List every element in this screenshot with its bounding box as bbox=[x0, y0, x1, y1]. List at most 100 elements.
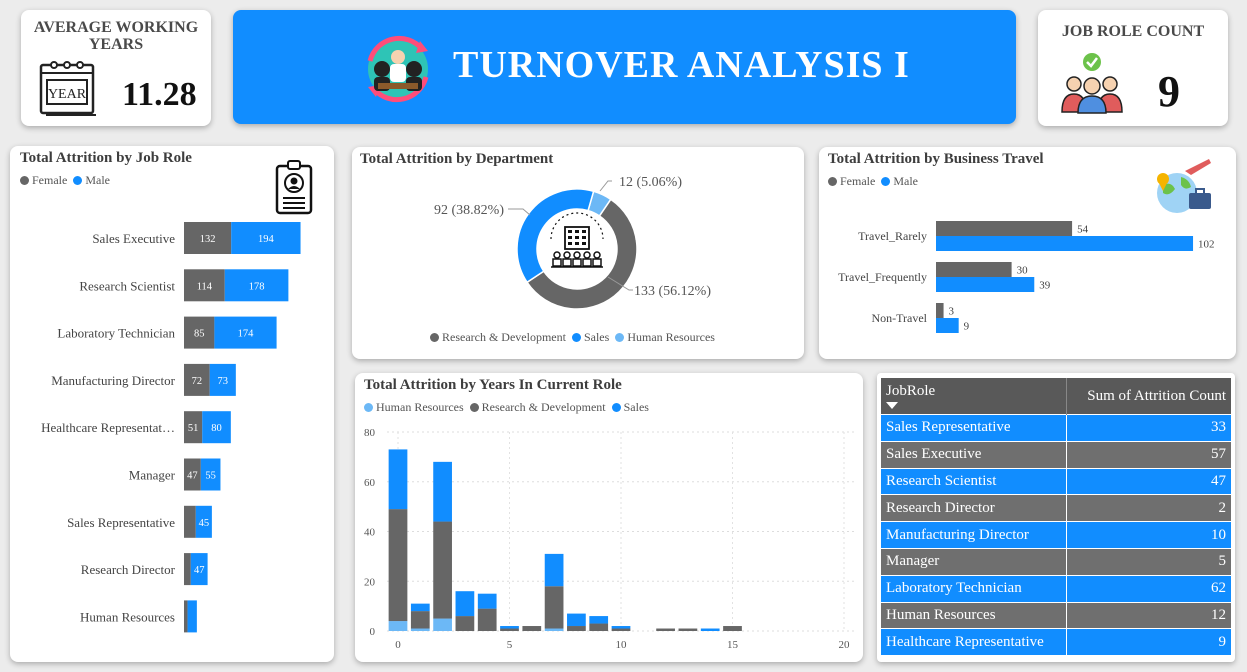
title-banner: TURNOVER ANALYSIS I bbox=[233, 10, 1016, 124]
bar-sales[interactable] bbox=[455, 591, 475, 617]
bar-sales[interactable] bbox=[500, 626, 519, 629]
team-check-icon bbox=[1061, 53, 1123, 114]
category-label: Sales Representative bbox=[67, 515, 175, 530]
y-tick-label: 0 bbox=[370, 626, 376, 638]
cell-attrition-count: 62 bbox=[1066, 574, 1231, 603]
x-tick-label: 0 bbox=[395, 639, 401, 651]
travel-chart-card: Total Attrition by Business Travel Femal… bbox=[819, 147, 1236, 359]
bar-research-development[interactable] bbox=[410, 611, 430, 629]
bar-sales[interactable] bbox=[433, 461, 452, 522]
years-chart-card: Total Attrition by Years In Current Role… bbox=[355, 373, 863, 662]
bar-research-development[interactable] bbox=[611, 628, 631, 631]
table-row[interactable]: Manager 5 bbox=[881, 547, 1231, 576]
bar-research-development[interactable] bbox=[544, 586, 564, 629]
data-label: 178 bbox=[249, 281, 265, 292]
bar-research-development[interactable] bbox=[500, 628, 519, 631]
cell-jobrole: Manufacturing Director bbox=[881, 521, 1067, 549]
bar-sales[interactable] bbox=[477, 593, 497, 609]
category-label: Research Scientist bbox=[79, 278, 175, 293]
data-label: 114 bbox=[197, 281, 213, 292]
legend-label: Human Resources bbox=[627, 330, 715, 344]
column-header-jobrole[interactable]: JobRole bbox=[881, 378, 1067, 415]
table-header-row: JobRole Sum of Attrition Count bbox=[881, 378, 1231, 415]
cell-attrition-count: 47 bbox=[1066, 467, 1231, 495]
bar-sales[interactable] bbox=[611, 626, 631, 629]
y-tick-label: 60 bbox=[364, 477, 376, 489]
bar-sales[interactable] bbox=[544, 553, 564, 587]
job-role-bar-chart: Sales Executive 132 194 Research Scientist 1… bbox=[41, 222, 301, 633]
category-label: Human Resources bbox=[80, 609, 175, 624]
bar-human-resources[interactable] bbox=[388, 621, 408, 631]
travel-bar-chart: Travel_Rarely 54 102 Travel_Frequently 30 39 N… bbox=[838, 221, 1215, 333]
bar-sales[interactable] bbox=[410, 603, 430, 612]
bar-female[interactable] bbox=[184, 600, 188, 633]
legend-item-rd[interactable]: Research & Development bbox=[430, 330, 566, 345]
cell-jobrole: Research Director bbox=[881, 494, 1067, 522]
category-label: Non-Travel bbox=[871, 311, 927, 325]
cell-jobrole: Manager bbox=[881, 547, 1067, 576]
legend-item-hr[interactable]: Human Resources bbox=[615, 330, 715, 345]
legend-item-sales[interactable]: Sales bbox=[571, 330, 609, 345]
category-label: Sales Executive bbox=[92, 231, 175, 246]
bar-male[interactable] bbox=[936, 277, 1035, 292]
category-label: Manager bbox=[129, 468, 176, 483]
job-role-chart-title: Total Attrition by Job Role bbox=[20, 150, 192, 166]
data-label: 54 bbox=[1077, 224, 1089, 236]
years-stacked-bar-chart: 0 20 40 60 80 0 5 10 15 20 bbox=[364, 427, 855, 651]
legend-label: Research & Development bbox=[442, 330, 566, 344]
legend-label: Male bbox=[85, 173, 110, 187]
table-row[interactable]: Sales Executive 57 bbox=[881, 440, 1231, 469]
table-row[interactable]: Manufacturing Director 10 bbox=[881, 521, 1231, 549]
bar-sales[interactable] bbox=[388, 449, 408, 510]
legend-item-female[interactable]: Female bbox=[20, 173, 67, 188]
category-label: Manufacturing Director bbox=[51, 373, 175, 388]
bar-sales[interactable] bbox=[700, 628, 720, 631]
bar-human-resources[interactable] bbox=[544, 628, 564, 631]
bar-research-development[interactable] bbox=[455, 616, 475, 631]
department-chart-card: Total Attrition by Department 133 (56.12… bbox=[352, 147, 804, 359]
bar-female[interactable] bbox=[936, 221, 1073, 236]
bar-research-development[interactable] bbox=[656, 628, 675, 631]
cell-attrition-count: 12 bbox=[1066, 601, 1231, 629]
column-header-attrition[interactable]: Sum of Attrition Count bbox=[1066, 378, 1231, 415]
data-label: 3 bbox=[949, 306, 955, 318]
bar-female[interactable] bbox=[936, 303, 944, 318]
slice-label: 12 (5.06%) bbox=[619, 175, 682, 190]
table-row[interactable]: Research Scientist 47 bbox=[881, 467, 1231, 495]
table-row[interactable]: Human Resources 12 bbox=[881, 601, 1231, 629]
bar-male[interactable] bbox=[936, 318, 959, 333]
table-row[interactable]: Healthcare Representative 9 bbox=[881, 628, 1231, 656]
table-row[interactable]: Laboratory Technician 62 bbox=[881, 574, 1231, 603]
bar-female[interactable] bbox=[184, 505, 196, 538]
table-row[interactable]: Research Director 2 bbox=[881, 494, 1231, 522]
data-label: 102 bbox=[1198, 239, 1215, 251]
bar-female[interactable] bbox=[184, 553, 191, 586]
bar-research-development[interactable] bbox=[589, 623, 609, 631]
kpi-average-working-years: AVERAGE WORKING YEARS YEAR 11.28 bbox=[21, 10, 211, 126]
table-row[interactable]: Sales Representative 33 bbox=[881, 414, 1231, 442]
y-tick-label: 20 bbox=[364, 576, 376, 588]
bar-sales[interactable] bbox=[589, 616, 609, 624]
bar-human-resources[interactable] bbox=[433, 618, 452, 631]
cell-jobrole: Sales Executive bbox=[881, 440, 1067, 469]
sort-desc-icon[interactable] bbox=[886, 402, 898, 409]
bar-research-development[interactable] bbox=[678, 628, 698, 631]
data-label: 51 bbox=[188, 423, 199, 434]
bar-research-development[interactable] bbox=[477, 608, 497, 631]
legend-item-male[interactable]: Male bbox=[73, 173, 110, 188]
bar-male[interactable] bbox=[936, 236, 1194, 251]
bar-human-resources[interactable] bbox=[410, 628, 430, 631]
bar-research-development[interactable] bbox=[567, 626, 586, 631]
bar-male[interactable] bbox=[187, 600, 197, 633]
bar-research-development[interactable] bbox=[388, 509, 408, 622]
bar-female[interactable] bbox=[936, 262, 1012, 277]
legend-label: Female bbox=[32, 173, 68, 187]
cell-jobrole: Sales Representative bbox=[881, 414, 1067, 442]
bar-research-development[interactable] bbox=[723, 626, 742, 631]
bar-research-development[interactable] bbox=[522, 626, 542, 631]
cell-attrition-count: 5 bbox=[1066, 547, 1231, 576]
kpi-roles-value: 9 bbox=[1158, 67, 1180, 116]
bar-sales[interactable] bbox=[567, 613, 586, 627]
bar-research-development[interactable] bbox=[433, 521, 452, 619]
kpi-job-role-count: JOB ROLE COUNT 9 bbox=[1038, 10, 1228, 126]
